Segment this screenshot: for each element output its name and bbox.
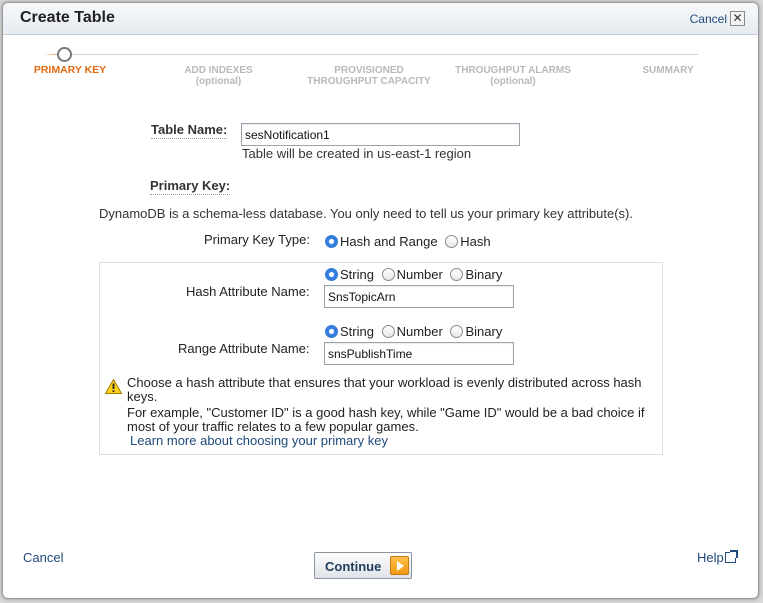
radio-hash-number[interactable]: Number	[381, 267, 443, 282]
step-label: PROVISIONED	[334, 65, 404, 76]
step-sublabel: THROUGHPUT CAPACITY	[307, 76, 431, 87]
external-link-icon	[724, 550, 738, 563]
radio-hash-string[interactable]: String	[325, 267, 374, 282]
radio-hash-binary[interactable]: Binary	[450, 267, 502, 282]
wizard-steps: PRIMARY KEY ADD INDEXES (optional) PROVI…	[3, 35, 758, 95]
learn-more-link[interactable]: Learn more about choosing your primary k…	[130, 434, 659, 448]
table-name-input[interactable]	[241, 123, 520, 146]
range-type-radio-group: String Number Binary	[325, 324, 506, 339]
step-sublabel: (optional)	[490, 76, 536, 87]
step-label: THROUGHPUT ALARMS	[455, 65, 571, 76]
radio-unselected-icon[interactable]	[381, 268, 395, 281]
range-attr-input[interactable]	[324, 342, 514, 365]
step-label: PRIMARY KEY	[33, 64, 107, 76]
arrow-right-icon	[390, 556, 409, 575]
dialog-title: Create Table	[20, 9, 115, 26]
help-link[interactable]: Help	[697, 550, 738, 565]
radio-unselected-icon[interactable]	[381, 325, 395, 338]
create-table-dialog: Create Table Cancel ✕ PRIMARY KEY ADD IN…	[2, 2, 759, 599]
step-provisioned-throughput: PROVISIONED THROUGHPUT CAPACITY	[299, 65, 439, 87]
radio-label: Hash and Range	[340, 234, 438, 249]
step-primary-key: PRIMARY KEY	[25, 65, 115, 76]
advice-line-1: Choose a hash attribute that ensures tha…	[127, 375, 642, 404]
continue-label: Continue	[325, 559, 382, 574]
help-label: Help	[697, 550, 724, 565]
hash-type-radio-group: String Number Binary	[325, 267, 506, 282]
radio-label: Hash	[460, 234, 491, 249]
dialog-titlebar: Create Table Cancel ✕	[3, 3, 758, 35]
range-attr-label: Range Attribute Name:	[178, 341, 310, 356]
radio-selected-icon[interactable]	[325, 325, 338, 338]
step-add-indexes: ADD INDEXES (optional)	[171, 65, 266, 87]
continue-button[interactable]: Continue	[314, 552, 412, 579]
cancel-link-top[interactable]: Cancel	[690, 12, 727, 26]
primary-key-advice: Choose a hash attribute that ensures tha…	[127, 376, 659, 448]
advice-line-2: For example, "Customer ID" is a good has…	[127, 405, 645, 434]
radio-hash[interactable]: Hash	[445, 234, 491, 249]
radio-range-binary[interactable]: Binary	[450, 324, 502, 339]
radio-range-number[interactable]: Number	[381, 324, 443, 339]
radio-unselected-icon[interactable]	[450, 325, 464, 338]
cancel-button[interactable]: Cancel	[23, 550, 63, 565]
radio-label: String	[340, 324, 374, 339]
radio-hash-and-range[interactable]: Hash and Range	[325, 234, 438, 249]
radio-unselected-icon[interactable]	[445, 235, 459, 248]
radio-label: String	[340, 267, 374, 282]
table-name-label: Table Name:	[151, 122, 228, 139]
schema-note: DynamoDB is a schema-less database. You …	[99, 206, 633, 221]
step-sublabel: (optional)	[195, 76, 242, 87]
step-summary: SUMMARY	[623, 65, 713, 76]
radio-label: Binary	[465, 267, 503, 282]
radio-label: Number	[396, 267, 443, 282]
steps-track	[68, 54, 698, 55]
radio-label: Number	[396, 324, 443, 339]
table-region-note: Table will be created in us-east-1 regio…	[242, 146, 472, 161]
radio-label: Binary	[465, 324, 503, 339]
radio-selected-icon[interactable]	[325, 235, 338, 248]
primary-key-label: Primary Key:	[150, 178, 231, 195]
radio-selected-icon[interactable]	[325, 268, 338, 281]
pk-type-radio-group: Hash and Range Hash	[325, 234, 495, 249]
close-icon[interactable]: ✕	[730, 11, 745, 26]
pk-type-label: Primary Key Type:	[204, 232, 310, 247]
step-throughput-alarms: THROUGHPUT ALARMS (optional)	[448, 65, 578, 87]
radio-range-string[interactable]: String	[325, 324, 374, 339]
radio-unselected-icon[interactable]	[450, 268, 464, 281]
hash-attr-input[interactable]	[324, 285, 514, 308]
hash-attr-label: Hash Attribute Name:	[186, 284, 310, 299]
warning-triangle-icon	[105, 379, 122, 394]
step-label: SUMMARY	[642, 65, 694, 76]
current-step-marker-icon	[57, 47, 72, 62]
step-label: ADD INDEXES	[184, 65, 253, 76]
